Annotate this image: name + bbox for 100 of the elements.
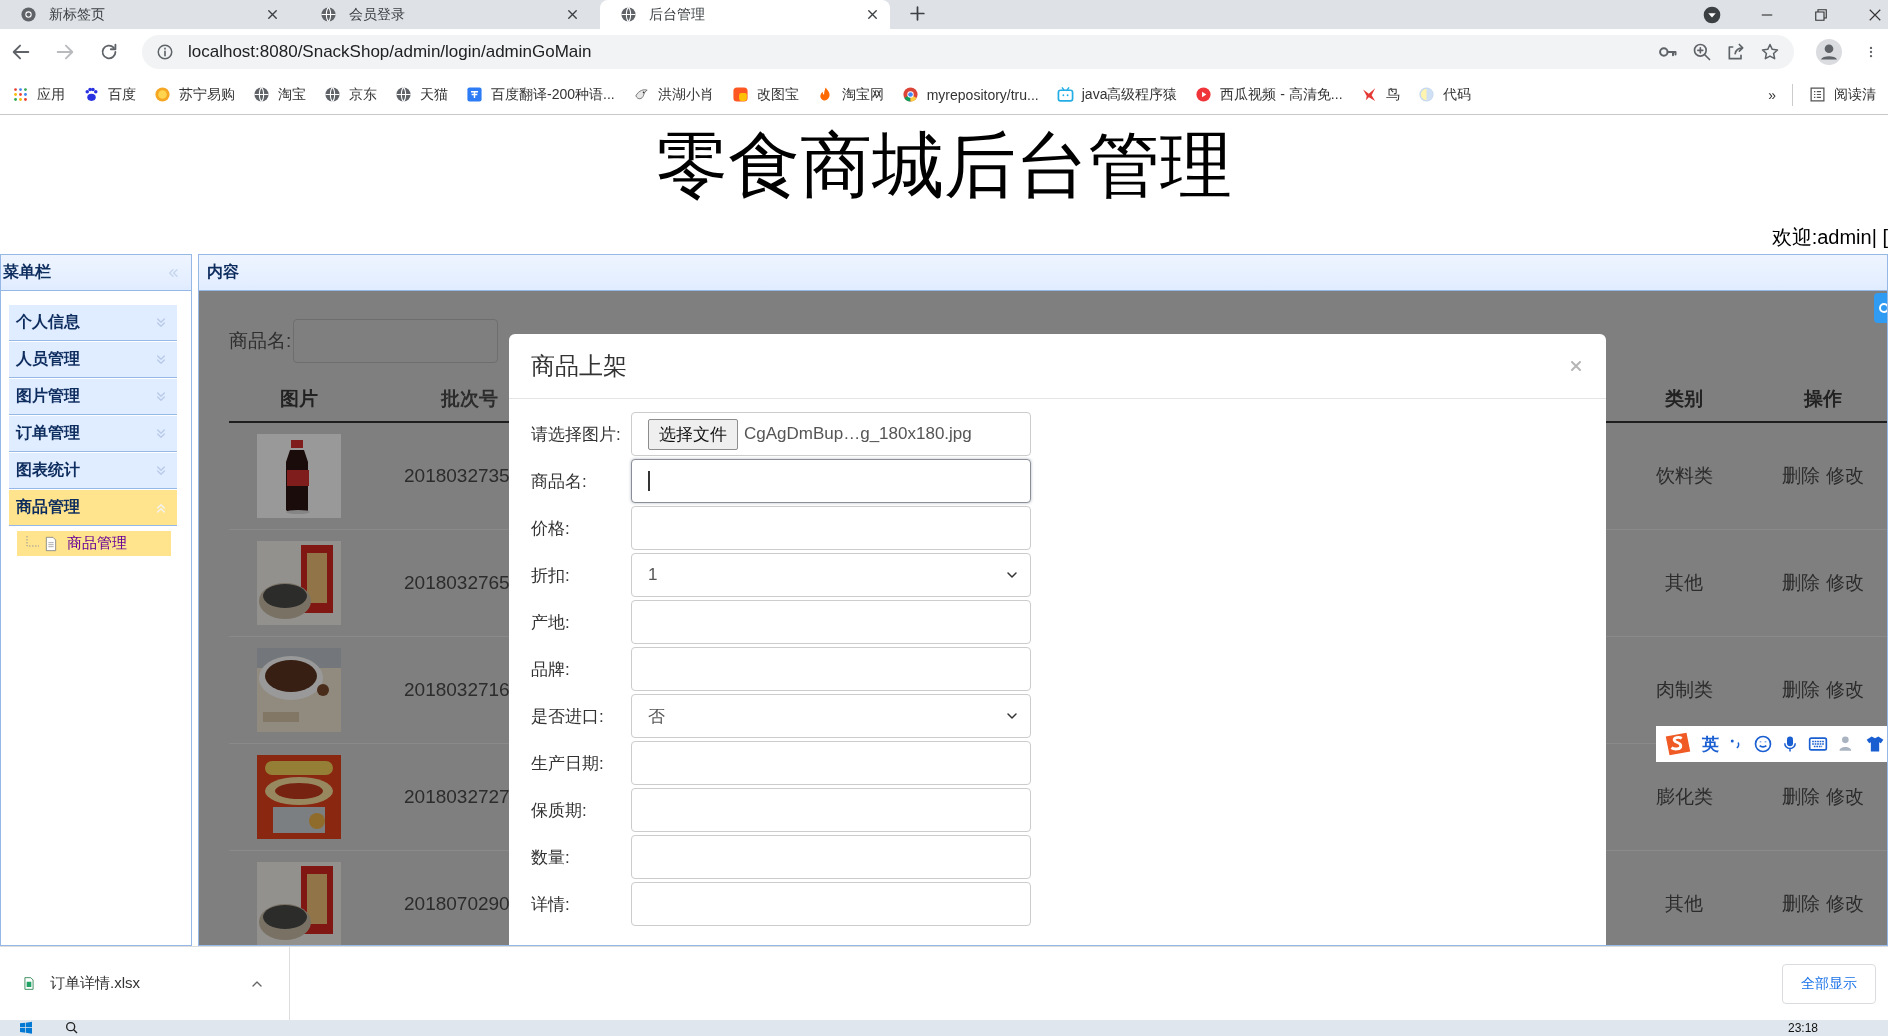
choose-file-button[interactable]: 选择文件	[648, 418, 738, 450]
more-bookmarks-button[interactable]: »	[1768, 86, 1776, 103]
action-link[interactable]: 修改	[1826, 463, 1864, 489]
select-field[interactable]: 否	[631, 694, 1031, 738]
panel-title: 菜单栏	[3, 262, 51, 282]
action-link[interactable]: 修改	[1826, 891, 1864, 917]
field-label: 详情:	[531, 893, 571, 916]
table-cell-text: 其他	[1665, 892, 1703, 916]
bookmark[interactable]: 淘宝	[253, 85, 306, 104]
star-icon[interactable]	[1760, 42, 1780, 62]
paw-icon	[83, 86, 100, 103]
field-label: 价格:	[531, 517, 571, 540]
square-icon	[731, 86, 749, 103]
circle-icon	[1417, 86, 1435, 103]
bookmark[interactable]: 百度	[83, 85, 136, 104]
search-icon[interactable]	[64, 1020, 80, 1036]
info-icon[interactable]	[156, 43, 174, 61]
translate-icon	[466, 86, 483, 103]
bookmark[interactable]: 苏宁易购	[154, 85, 235, 104]
input-field[interactable]	[631, 882, 1031, 926]
windows-icon[interactable]	[18, 1020, 34, 1036]
bookmark[interactable]: 京东	[324, 85, 377, 104]
table-cell: 2018032727	[404, 786, 510, 807]
field-label: 生产日期:	[531, 752, 605, 775]
browser-tab[interactable]: 新标签页	[0, 0, 290, 29]
field-label: 请选择图片:	[531, 423, 622, 446]
menu-item[interactable]: 个人信息	[9, 305, 177, 341]
avatar-icon[interactable]	[1816, 39, 1842, 65]
input-field[interactable]	[631, 835, 1031, 879]
bookmark[interactable]: myrepository/tru...	[901, 86, 1039, 103]
close-icon[interactable]	[265, 7, 280, 22]
column-header: 操作	[1804, 386, 1842, 411]
action-link[interactable]: 修改	[1826, 784, 1864, 810]
bookmark[interactable]: 西瓜视频 - 高清免...	[1195, 85, 1343, 104]
browser-tab[interactable]: 后台管理	[600, 0, 890, 29]
menu-item[interactable]: 图片管理	[9, 379, 177, 415]
field-label: 是否进口:	[531, 705, 605, 728]
dialog-title: 商品上架	[531, 351, 627, 381]
zoom-icon[interactable]	[1692, 42, 1712, 62]
select-field[interactable]: 1	[631, 553, 1031, 597]
browser-tab[interactable]: 会员登录	[300, 0, 590, 29]
bookmark[interactable]: 鸟	[1360, 85, 1400, 104]
bookmark[interactable]: 应用	[12, 85, 65, 104]
input-field[interactable]	[631, 459, 1031, 503]
action-link[interactable]: 删除	[1782, 570, 1820, 596]
address-bar[interactable]: localhost:8080/SnackShop/admin/login/adminGoMain	[142, 35, 1794, 69]
close-icon[interactable]	[865, 7, 880, 22]
input-field[interactable]	[631, 788, 1031, 832]
globe-icon	[395, 86, 412, 103]
new-tab-icon[interactable]	[908, 4, 927, 23]
table-cell: 2018070290	[404, 893, 510, 914]
action-link[interactable]: 删除	[1782, 784, 1820, 810]
input-field[interactable]	[631, 741, 1031, 785]
action-link[interactable]: 删除	[1782, 677, 1820, 703]
text-cursor	[648, 471, 650, 491]
input-field[interactable]	[631, 647, 1031, 691]
field-label: 折扣:	[531, 564, 571, 587]
site-title: 零食商城后台管理	[656, 124, 1232, 207]
search-label: 商品名:	[229, 329, 292, 353]
file-field[interactable]: 选择文件 CgAgDmBup…g_180x180.jpg	[631, 412, 1031, 456]
menu-item[interactable]: 人员管理	[9, 342, 177, 378]
close-icon[interactable]	[565, 7, 580, 22]
microphone-icon[interactable]	[1781, 734, 1799, 754]
floating-tab-icon[interactable]	[1874, 293, 1887, 323]
chrome-icon	[20, 6, 37, 23]
reading-list-button[interactable]: 阅读清	[1809, 85, 1876, 104]
input-field[interactable]	[631, 506, 1031, 550]
bookmark[interactable]: 百度翻译-200种语...	[466, 85, 615, 104]
share-icon[interactable]	[1726, 42, 1746, 62]
menu-item[interactable]: 订单管理	[9, 416, 177, 452]
shirt-icon[interactable]	[1865, 734, 1885, 754]
table-cell-text: 肉制类	[1655, 678, 1713, 702]
dropdown-icon[interactable]	[1702, 4, 1722, 25]
action-link[interactable]: 删除	[1782, 463, 1820, 489]
panel-title: 内容	[207, 262, 239, 282]
sun-icon	[154, 86, 171, 103]
show-all-button[interactable]: 全部显示	[1782, 963, 1876, 1004]
url-text[interactable]: localhost:8080/SnackShop/admin/login/adminGoMain	[188, 42, 1644, 62]
table-cell: 2018032765	[404, 572, 510, 593]
table-cell-text: 其他	[1665, 571, 1703, 595]
bookmark[interactable]: 代码	[1417, 85, 1471, 104]
bookmark[interactable]: 淘宝网	[816, 85, 884, 104]
download-item[interactable]: 订单详情.xlsx	[50, 974, 235, 993]
menu-item[interactable]: 图表统计	[9, 453, 177, 489]
bookmark[interactable]: 洪湖小肖	[632, 85, 714, 104]
action-link[interactable]: 修改	[1826, 570, 1864, 596]
bookmark[interactable]: java高级程序猿	[1056, 85, 1178, 104]
submenu-item[interactable]: 商品管理	[17, 531, 171, 556]
smiley-icon[interactable]	[1753, 734, 1773, 754]
input-mode-button[interactable]: 英	[1702, 732, 1719, 756]
chrome-icon	[901, 86, 919, 103]
bookmark[interactable]: 天猫	[395, 85, 448, 104]
apps-icon	[12, 86, 29, 103]
input-field[interactable]	[631, 600, 1031, 644]
menu-item[interactable]: 商品管理	[9, 490, 177, 526]
field-label: 品牌:	[531, 658, 571, 681]
action-link[interactable]: 修改	[1826, 677, 1864, 703]
action-link[interactable]: 删除	[1782, 891, 1820, 917]
bookmark[interactable]: 改图宝	[731, 85, 799, 104]
keyboard-icon[interactable]	[1807, 734, 1829, 754]
